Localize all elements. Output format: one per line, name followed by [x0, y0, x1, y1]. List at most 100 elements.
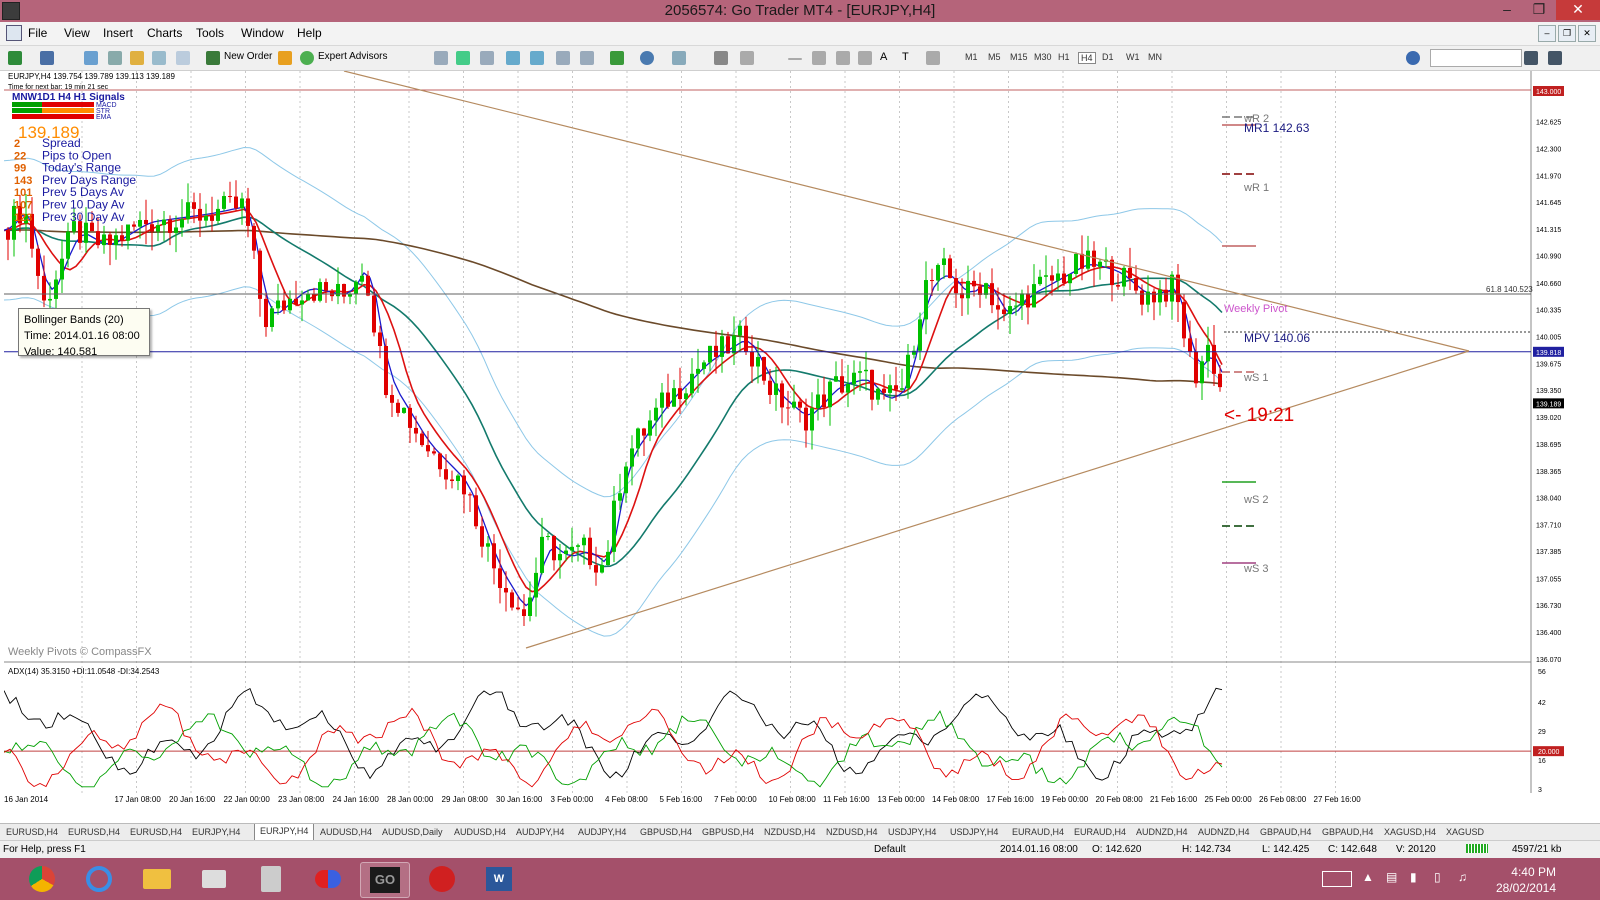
chart-tab[interactable]: EURUSD,H4 [68, 825, 120, 839]
chart-tab[interactable]: AUDUSD,H4 [320, 825, 372, 839]
tf-h4[interactable]: H4 [1078, 52, 1096, 64]
candlestick-icon[interactable] [456, 51, 470, 65]
menu-help[interactable]: Help [297, 26, 322, 40]
tf-m1[interactable]: M1 [965, 52, 978, 62]
crosshair-icon[interactable] [740, 51, 754, 65]
word-icon[interactable]: W [475, 862, 523, 896]
network-icon[interactable]: ▤ [1386, 870, 1397, 884]
chart-shift-icon[interactable] [580, 51, 594, 65]
chart-tab[interactable]: USDJPY,H4 [888, 825, 936, 839]
bar-chart-icon[interactable] [434, 51, 448, 65]
keyboard-icon[interactable] [1322, 871, 1352, 887]
channel-icon[interactable] [836, 51, 850, 65]
chart-tab[interactable]: GBPUSD,H4 [702, 825, 754, 839]
calculator-icon[interactable] [247, 862, 295, 896]
price-chart[interactable]: 143.000 142.625 142.300 141.970 141.645 141.3… [4, 71, 1564, 806]
templates-icon[interactable] [672, 51, 686, 65]
menu-window[interactable]: Window [241, 26, 284, 40]
battery-icon[interactable]: ▮ [1410, 870, 1417, 884]
tray-expand-icon[interactable]: ▲ [1362, 870, 1374, 884]
settings-icon[interactable] [1406, 51, 1420, 65]
terminal-icon[interactable] [152, 51, 166, 65]
tf-m30[interactable]: M30 [1034, 52, 1052, 62]
go-trader-icon[interactable]: GO [360, 862, 410, 898]
periods-icon[interactable] [640, 51, 654, 65]
chrome-icon[interactable] [18, 862, 66, 896]
taskbar-clock[interactable]: 4:40 PM 28/02/2014 [1496, 864, 1556, 896]
menu-tools[interactable]: Tools [196, 26, 224, 40]
chart-tab[interactable]: AUDUSD,Daily [382, 825, 443, 839]
chart-tab[interactable]: XAGUSD [1446, 825, 1484, 839]
panel-value: 107 [14, 200, 32, 212]
chart-tab[interactable]: AUDNZD,H4 [1136, 825, 1188, 839]
expert-advisors-button[interactable]: Expert Advisors [318, 51, 387, 62]
chart-app-icon[interactable] [418, 862, 466, 896]
chart-tab[interactable]: GBPUSD,H4 [640, 825, 692, 839]
chart-tab[interactable]: AUDJPY,H4 [516, 825, 564, 839]
chart-tab[interactable]: NZDUSD,H4 [826, 825, 878, 839]
mailbox-icon[interactable] [1548, 51, 1562, 65]
fibonacci-icon[interactable] [858, 51, 872, 65]
chart-tab[interactable]: GBPAUD,H4 [1322, 825, 1373, 839]
chart-tab[interactable]: EURAUD,H4 [1012, 825, 1064, 839]
data-window-icon[interactable] [108, 51, 122, 65]
menu-file[interactable]: File [28, 26, 47, 40]
mdi-close-icon[interactable]: ✕ [1578, 25, 1596, 42]
line-chart-icon[interactable] [480, 51, 494, 65]
search-input[interactable] [1430, 49, 1522, 67]
volume-icon[interactable]: ♫ [1458, 870, 1467, 884]
menu-view[interactable]: View [64, 26, 90, 40]
zoom-out-icon[interactable] [530, 51, 544, 65]
menu-insert[interactable]: Insert [103, 26, 133, 40]
tf-d1[interactable]: D1 [1102, 52, 1114, 62]
indicators-icon[interactable] [610, 51, 624, 65]
tf-h1[interactable]: H1 [1058, 52, 1070, 62]
vertical-line-icon[interactable] [788, 58, 802, 60]
zoom-in-icon[interactable] [506, 51, 520, 65]
internet-explorer-icon[interactable] [75, 862, 123, 896]
chart-window-icon[interactable] [6, 25, 22, 41]
tf-mn[interactable]: MN [1148, 52, 1162, 62]
chart-tab[interactable]: GBPAUD,H4 [1260, 825, 1311, 839]
trendline-icon[interactable] [812, 51, 826, 65]
chart-tab[interactable]: EURUSD,H4 [130, 825, 182, 839]
metaeditor-icon[interactable] [278, 51, 292, 65]
chart-tab[interactable]: NZDUSD,H4 [764, 825, 816, 839]
signal-icon[interactable]: ▯ [1434, 870, 1441, 884]
market-watch-icon[interactable] [84, 51, 98, 65]
menu-charts[interactable]: Charts [147, 26, 182, 40]
app-dots-icon[interactable] [304, 862, 352, 896]
chart-tab[interactable]: USDJPY,H4 [950, 825, 998, 839]
cursor-icon[interactable] [714, 51, 728, 65]
chart-tab[interactable]: EURJPY,H4 [192, 825, 240, 839]
chart-tab[interactable]: EURUSD,H4 [6, 825, 58, 839]
close-button[interactable]: ✕ [1556, 0, 1600, 20]
chart-tab[interactable]: AUDNZD,H4 [1198, 825, 1250, 839]
new-order-icon[interactable] [206, 51, 220, 65]
chart-tab[interactable]: EURJPY,H4 [254, 824, 315, 841]
chart-tab[interactable]: AUDUSD,H4 [454, 825, 506, 839]
tf-w1[interactable]: W1 [1126, 52, 1140, 62]
chart-tab[interactable]: AUDJPY,H4 [578, 825, 626, 839]
new-order-button[interactable]: New Order [224, 51, 272, 62]
chart-tab[interactable]: XAGUSD,H4 [1384, 825, 1436, 839]
tester-icon[interactable] [176, 51, 190, 65]
text-label-icon[interactable]: T [902, 51, 909, 63]
auto-scroll-icon[interactable] [556, 51, 570, 65]
device-icon[interactable] [190, 862, 238, 896]
file-explorer-icon[interactable] [133, 862, 181, 896]
search-icon[interactable] [1524, 51, 1538, 65]
chart-tab[interactable]: EURAUD,H4 [1074, 825, 1126, 839]
new-chart-icon[interactable] [8, 51, 22, 65]
tf-m15[interactable]: M15 [1010, 52, 1028, 62]
minimize-button[interactable]: – [1492, 0, 1522, 20]
expert-advisors-icon[interactable] [300, 51, 314, 65]
maximize-button[interactable]: ❐ [1524, 0, 1554, 20]
mdi-minimize-icon[interactable]: – [1538, 25, 1556, 42]
text-tool-icon[interactable]: A [880, 51, 887, 63]
mdi-restore-icon[interactable]: ❐ [1558, 25, 1576, 42]
tf-m5[interactable]: M5 [988, 52, 1001, 62]
profiles-icon[interactable] [40, 51, 54, 65]
arrows-icon[interactable] [926, 51, 940, 65]
navigator-icon[interactable] [130, 51, 144, 65]
